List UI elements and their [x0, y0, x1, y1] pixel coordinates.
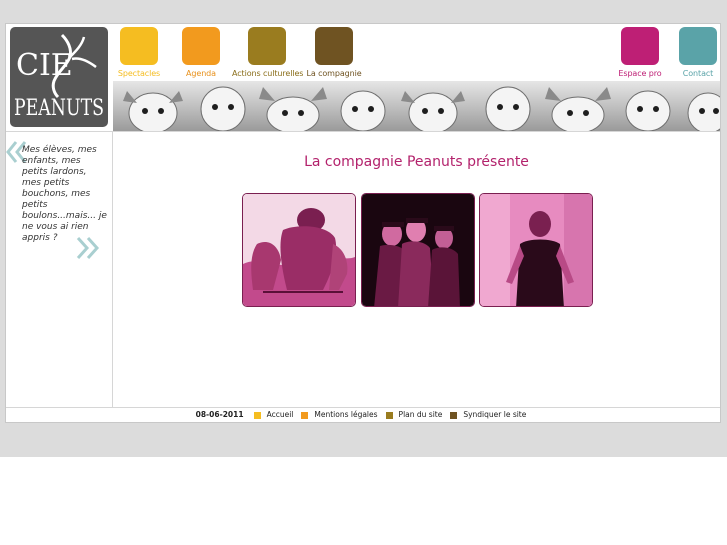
- nav-spectacles[interactable]: Spectacles: [117, 27, 161, 78]
- footer-link-plan-du-site[interactable]: Plan du site: [385, 408, 443, 422]
- nav-spectacles-label: Spectacles: [117, 69, 161, 78]
- footer-plan-label: Plan du site: [398, 410, 443, 419]
- nav-spectacles-swatch: [120, 27, 158, 65]
- actress-photo[interactable]: [479, 193, 593, 307]
- illustration-photo[interactable]: [242, 193, 356, 307]
- nav-agenda[interactable]: Agenda: [179, 27, 223, 78]
- nav-actions-swatch: [248, 27, 286, 65]
- nav-agenda-swatch: [182, 27, 220, 65]
- nav-contact-swatch: [679, 27, 717, 65]
- footer-link-mentions-legales[interactable]: Mentions légales: [301, 408, 378, 422]
- figurines-banner-graphic: [123, 86, 720, 131]
- nav-agenda-label: Agenda: [186, 69, 216, 78]
- nav-actions-culturelles[interactable]: Actions culturelles: [232, 27, 304, 78]
- header-divider: [6, 131, 720, 132]
- double-chevron-right-icon: [76, 236, 100, 260]
- site-logo[interactable]: CIE PEANUTS: [10, 27, 108, 127]
- footer-mentions-swatch: [301, 411, 309, 419]
- actress-photo-graphic: [480, 194, 592, 306]
- footer-accueil-swatch: [253, 411, 261, 419]
- nav-actions-label: Actions culturelles: [232, 69, 304, 78]
- illustration-photo-graphic: [243, 194, 355, 306]
- footer-link-syndiquer[interactable]: Syndiquer le site: [450, 408, 526, 422]
- nav-la-compagnie[interactable]: La compagnie: [306, 27, 362, 78]
- header-banner-image: [113, 81, 720, 131]
- footer: 08-06-2011 Accueil Mentions légales Plan…: [6, 408, 720, 422]
- footer-plan-swatch: [385, 411, 393, 419]
- stage-photo-graphic: [362, 194, 474, 306]
- nav-espace-pro[interactable]: Espace pro: [616, 27, 664, 78]
- nav-espace-pro-swatch: [621, 27, 659, 65]
- footer-syndiquer-label: Syndiquer le site: [463, 410, 527, 419]
- nav-compagnie-swatch: [315, 27, 353, 65]
- sidebar-quote: Mes élèves, mes enfants, mes petits lard…: [22, 145, 107, 243]
- footer-syndiquer-swatch: [450, 411, 458, 419]
- nav-espace-pro-label: Espace pro: [618, 69, 662, 78]
- logo-line2: PEANUTS: [14, 96, 104, 121]
- nav-compagnie-label: La compagnie: [306, 69, 362, 78]
- footer-link-accueil[interactable]: Accueil: [253, 408, 294, 422]
- nav-contact-label: Contact: [682, 69, 714, 78]
- nav-contact[interactable]: Contact: [676, 27, 720, 78]
- sidebar-divider: [112, 131, 113, 407]
- footer-date: 08-06-2011: [195, 410, 244, 419]
- stage-photo[interactable]: [361, 193, 475, 307]
- site-frame: CIE PEANUTS Spectacles Agenda Actions cu…: [5, 23, 721, 423]
- logo-line1: CIE: [16, 48, 73, 83]
- footer-accueil-label: Accueil: [266, 410, 294, 419]
- antelope-head-icon: CIE PEANUTS: [14, 33, 104, 121]
- page-title: La compagnie Peanuts présente: [304, 154, 529, 170]
- footer-mentions-label: Mentions légales: [314, 410, 378, 419]
